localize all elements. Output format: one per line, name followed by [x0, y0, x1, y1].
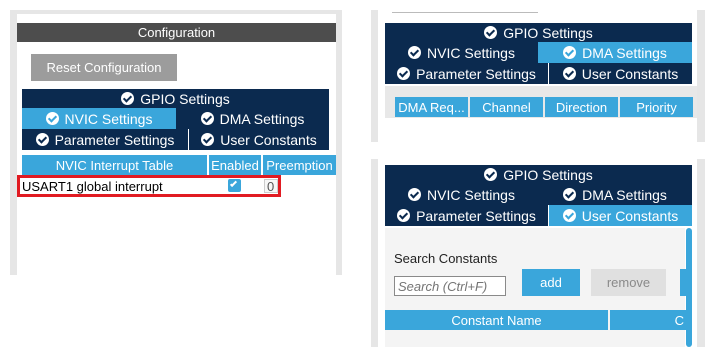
col-header-priority[interactable]: Priority — [620, 97, 693, 117]
add-button[interactable]: add — [522, 269, 580, 296]
check-icon — [562, 67, 576, 80]
check-icon — [397, 209, 411, 222]
check-icon — [121, 92, 135, 105]
check-icon — [563, 46, 577, 59]
table-row[interactable]: USART1 global interrupt 0 — [17, 175, 281, 197]
check-icon — [563, 188, 577, 201]
enabled-checkbox[interactable] — [228, 179, 241, 192]
check-icon — [484, 26, 498, 39]
tab-parameter-settings[interactable]: Parameter Settings — [385, 63, 548, 84]
col-header-dma-request[interactable]: DMA Req... — [395, 97, 468, 117]
col-header-nvic-table[interactable]: NVIC Interrupt Table — [22, 155, 207, 175]
tab-nvic-settings[interactable]: NVIC Settings — [385, 184, 538, 205]
tab-user-constants[interactable]: User Constants — [189, 129, 329, 150]
col-header-channel[interactable]: Channel — [470, 97, 543, 117]
tab-gpio-settings[interactable]: GPIO Settings — [385, 165, 692, 184]
check-icon — [397, 67, 411, 80]
priority-value[interactable]: 0 — [264, 179, 278, 193]
config-title: Configuration — [137, 25, 216, 40]
scrollbar[interactable] — [686, 228, 692, 347]
search-constants-label: Search Constants — [394, 251, 498, 266]
col-header-constant-value[interactable]: C — [610, 310, 686, 330]
tab-dma-settings[interactable]: DMA Settings — [176, 108, 329, 129]
check-icon — [562, 209, 576, 222]
tab-user-constants[interactable]: User Constants — [549, 205, 692, 226]
remove-button[interactable]: remove — [591, 269, 666, 296]
config-title-bar: Configuration — [17, 23, 336, 42]
tab-nvic-settings[interactable]: NVIC Settings — [22, 108, 176, 129]
check-icon — [200, 112, 214, 125]
divider — [392, 12, 538, 13]
check-icon — [408, 46, 422, 59]
tab-nvic-settings[interactable]: NVIC Settings — [385, 42, 538, 63]
check-icon — [45, 112, 59, 125]
tab-gpio-settings[interactable]: GPIO Settings — [22, 89, 329, 108]
col-header-enabled[interactable]: Enabled — [209, 155, 261, 175]
search-input[interactable] — [394, 276, 506, 296]
tab-gpio-settings[interactable]: GPIO Settings — [385, 23, 692, 42]
tab-dma-settings[interactable]: DMA Settings — [538, 184, 692, 205]
partial-button[interactable] — [680, 269, 686, 296]
interrupt-name: USART1 global interrupt — [22, 179, 163, 194]
check-icon — [484, 168, 498, 181]
tab-user-constants[interactable]: User Constants — [549, 63, 692, 84]
checkmark-icon — [229, 179, 238, 188]
tab-dma-settings[interactable]: DMA Settings — [538, 42, 692, 63]
reset-configuration-button[interactable]: Reset Configuration — [31, 54, 177, 81]
check-icon — [201, 133, 215, 146]
check-icon — [408, 188, 422, 201]
tab-parameter-settings[interactable]: Parameter Settings — [385, 205, 548, 226]
tab-parameter-settings[interactable]: Parameter Settings — [22, 129, 188, 150]
check-icon — [35, 133, 49, 146]
col-header-direction[interactable]: Direction — [545, 97, 618, 117]
col-header-constant-name[interactable]: Constant Name — [385, 310, 608, 330]
col-header-preemption[interactable]: Preemption — [263, 155, 336, 175]
